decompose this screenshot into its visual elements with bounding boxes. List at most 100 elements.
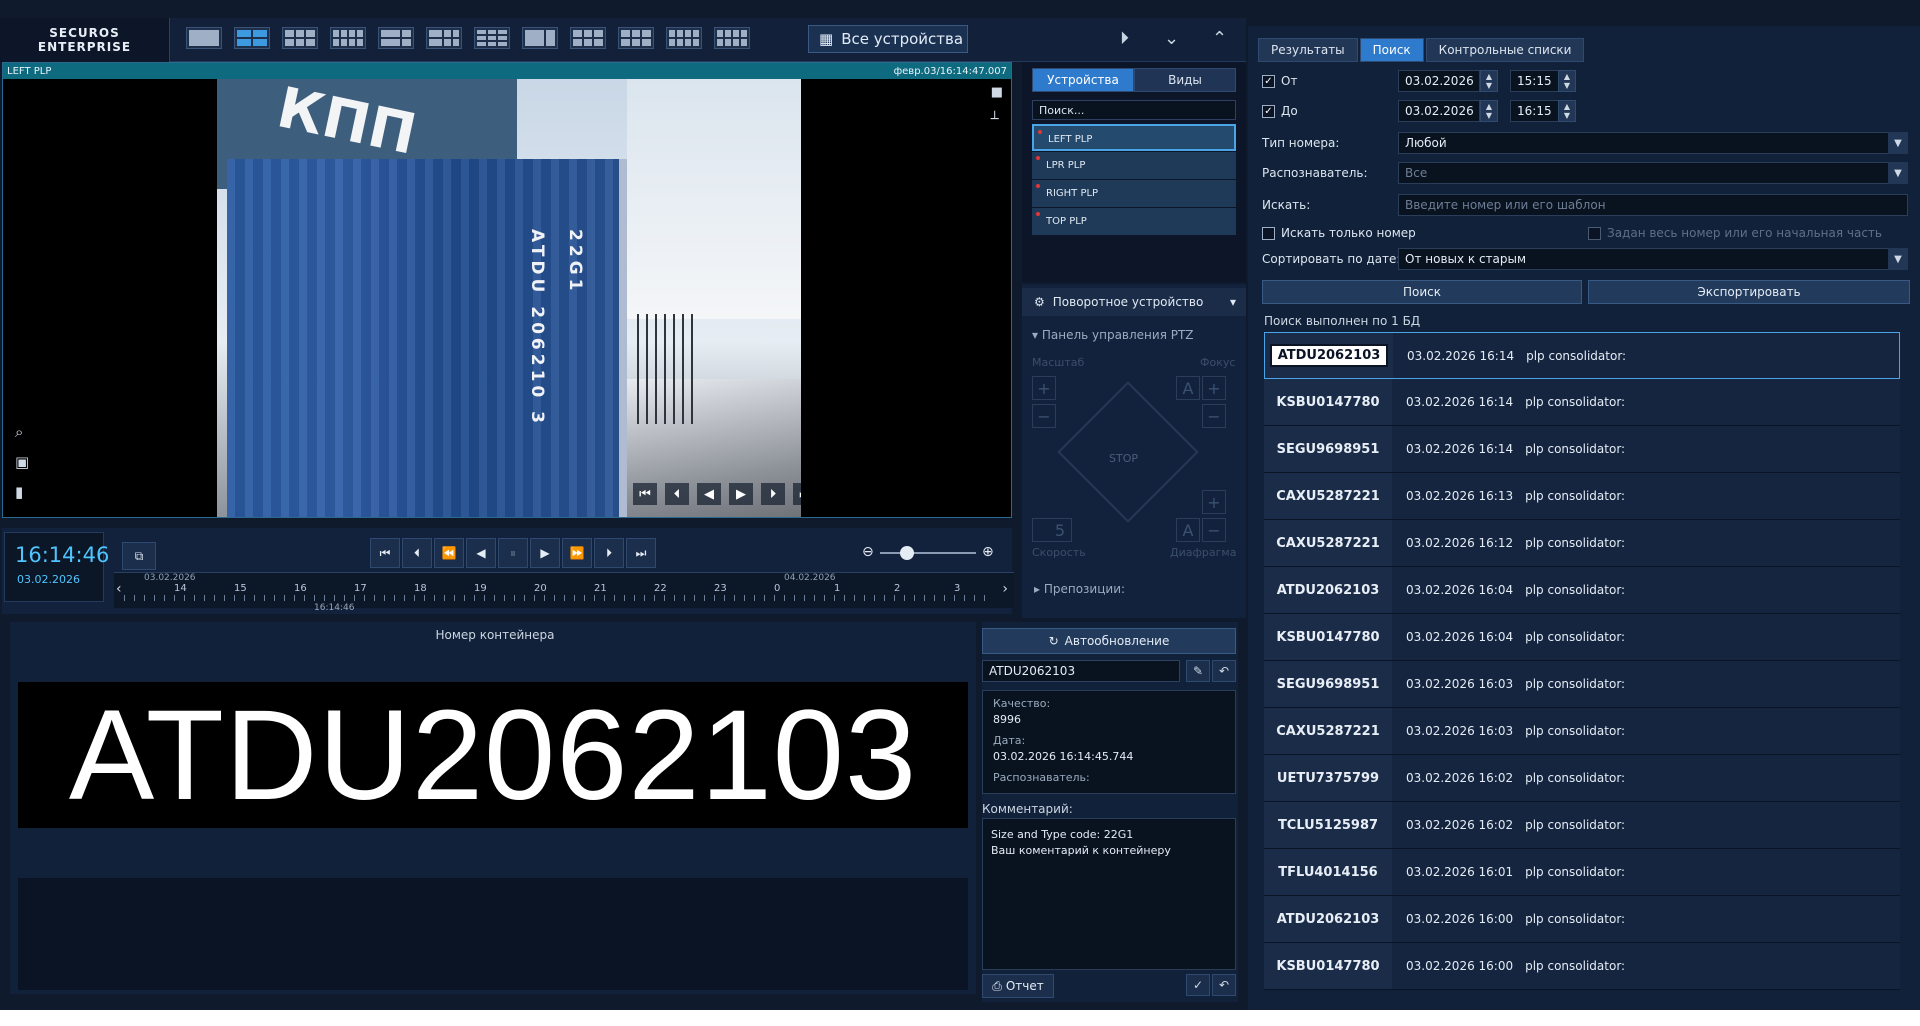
speed-input[interactable]: 5 <box>1032 518 1072 542</box>
video-camera-icon[interactable]: ■ <box>991 85 1003 100</box>
zoom-slider[interactable]: ⊖ ⊕ <box>858 544 998 560</box>
play-right-icon[interactable]: ⏵ <box>1120 28 1129 49</box>
auto-update-button[interactable]: ↻ Автообновление <box>982 628 1236 654</box>
zoom-out-button[interactable]: − <box>1032 404 1056 428</box>
layout-2x2-button[interactable] <box>234 27 270 49</box>
back-icon[interactable]: ◀ <box>697 483 721 505</box>
chevron-down-icon[interactable]: ▼ <box>1888 162 1908 184</box>
comment-textarea[interactable]: Size and Type code: 22G1 Ваш коментарий … <box>982 818 1236 970</box>
timeline-right-icon[interactable]: › <box>1002 581 1008 597</box>
result-row[interactable]: TFLU4014156 03.02.2026 16:01 plp consolida… <box>1264 849 1900 896</box>
timeline[interactable]: 03.02.2026 04.02.2026 ‹ › 14 15 16 17 18… <box>114 572 1014 613</box>
device-item[interactable]: RIGHT PLP <box>1032 180 1236 207</box>
layout-3x3-button[interactable] <box>282 27 318 49</box>
number-search-input[interactable]: Введите номер или его шаблон <box>1398 194 1908 216</box>
result-row[interactable]: ATDU2062103 03.02.2026 16:00 plp consolida… <box>1264 896 1900 943</box>
chevron-down-icon[interactable]: ▼ <box>1888 132 1908 154</box>
chevron-up-icon[interactable]: ⌃ <box>1212 28 1227 49</box>
camera-view[interactable]: LEFT PLP февр.03/16:14:47.007 КПП ATDU 2… <box>2 62 1012 518</box>
focus-plus-button[interactable]: + <box>1202 376 1226 400</box>
tab-watchlists[interactable]: Контрольные списки <box>1425 38 1585 62</box>
layout-3x2-button[interactable] <box>570 27 606 49</box>
result-row[interactable]: KSBU0147780 03.02.2026 16:00 plp consolida… <box>1264 943 1900 990</box>
confirm-icon[interactable]: ✓ <box>1186 974 1210 996</box>
minus-icon[interactable]: ⊖ <box>862 544 874 560</box>
ptz-header[interactable]: ⚙ Поворотное устройство ▾ <box>1022 288 1246 316</box>
sort-select[interactable]: От новых к старым <box>1398 248 1908 270</box>
layout-1p12-button[interactable] <box>474 27 510 49</box>
snapshot-icon[interactable]: ▣ <box>15 453 29 471</box>
first-icon[interactable]: ⏮ <box>633 483 657 505</box>
result-row[interactable]: CAXU5287221 03.02.2026 16:12 plp consolida… <box>1264 520 1900 567</box>
ruler-icon[interactable]: ┴ <box>991 112 1003 127</box>
iris-minus-button[interactable]: − <box>1202 518 1226 542</box>
expand-icon[interactable]: ▸ <box>1034 582 1044 596</box>
number-type-select[interactable]: Любой <box>1398 132 1908 154</box>
pause-button[interactable]: ⏸ <box>498 538 528 568</box>
tab-search[interactable]: Поиск <box>1359 38 1424 62</box>
layout-2p3-button[interactable] <box>522 27 558 49</box>
fast-forward-button[interactable]: ⏩ <box>562 538 592 568</box>
rewind-button[interactable]: ⏪ <box>434 538 464 568</box>
edit-icon[interactable]: ✎ <box>1186 660 1210 682</box>
reverse-play-button[interactable]: ◀ <box>466 538 496 568</box>
result-row[interactable]: KSBU0147780 03.02.2026 16:14 plp consolida… <box>1264 379 1900 426</box>
revert-icon[interactable]: ↶ <box>1212 974 1236 996</box>
result-row[interactable]: KSBU0147780 03.02.2026 16:04 plp consolida… <box>1264 614 1900 661</box>
bookmark-icon[interactable]: ▮ <box>15 483 29 501</box>
result-row[interactable]: TCLU5125987 03.02.2026 16:02 plp consolida… <box>1264 802 1900 849</box>
device-search-input[interactable]: Поиск... <box>1032 100 1236 120</box>
result-row[interactable]: CAXU5287221 03.02.2026 16:03 plp consolida… <box>1264 708 1900 755</box>
from-time-input[interactable]: 15:15 <box>1510 70 1560 92</box>
to-time-input[interactable]: 16:15 <box>1510 100 1560 122</box>
result-row[interactable]: UETU7375799 03.02.2026 16:02 plp consolida… <box>1264 755 1900 802</box>
undo-icon[interactable]: ↶ <box>1212 660 1236 682</box>
tab-results[interactable]: Результаты <box>1258 38 1358 62</box>
result-row[interactable]: SEGU9698951 03.02.2026 16:14 plp consolida… <box>1264 426 1900 473</box>
device-item[interactable]: LPR PLP <box>1032 152 1236 179</box>
to-checkbox[interactable]: ✓ <box>1262 104 1275 118</box>
all-devices-button[interactable]: ▦ Все устройства <box>808 25 968 53</box>
tab-devices[interactable]: Устройства <box>1032 68 1134 92</box>
from-checkbox[interactable]: ✓ <box>1262 74 1275 88</box>
from-date-spinner[interactable]: ▲ ▼ <box>1480 70 1498 92</box>
layout-4x3-button[interactable] <box>666 27 702 49</box>
iris-plus-button[interactable]: + <box>1202 490 1226 514</box>
export-button[interactable]: Экспортировать <box>1588 280 1910 304</box>
archive-mode-icon[interactable]: ⧉ <box>122 542 156 570</box>
result-row[interactable]: ATDU2062103 03.02.2026 16:04 plp consolida… <box>1264 567 1900 614</box>
layout-1p5-button[interactable] <box>378 27 414 49</box>
to-start-button[interactable]: ⏮ <box>370 538 400 568</box>
search-icon[interactable]: ⌕ <box>15 423 29 441</box>
focus-minus-button[interactable]: − <box>1202 404 1226 428</box>
device-item[interactable]: TOP PLP <box>1032 208 1236 235</box>
only-number-checkbox[interactable] <box>1262 226 1275 240</box>
layout-1p7-button[interactable] <box>426 27 462 49</box>
search-button[interactable]: Поиск <box>1262 280 1582 304</box>
focus-auto-button[interactable]: A <box>1176 376 1200 400</box>
plus-icon[interactable]: ⊕ <box>982 544 994 560</box>
timeline-left-icon[interactable]: ‹ <box>116 581 122 597</box>
step-forward-button[interactable]: ⏵ <box>594 538 624 568</box>
result-row[interactable]: ATDU2062103 03.02.2026 16:14 plp consolida… <box>1264 332 1900 379</box>
to-date-spinner[interactable]: ▲ ▼ <box>1480 100 1498 122</box>
layout-3x3b-button[interactable] <box>618 27 654 49</box>
play-button[interactable]: ▶ <box>530 538 560 568</box>
device-item[interactable]: LEFT PLP <box>1032 124 1236 151</box>
whole-number-checkbox[interactable] <box>1588 226 1601 240</box>
result-row[interactable]: SEGU9698951 03.02.2026 16:03 plp consolida… <box>1264 661 1900 708</box>
to-end-button[interactable]: ⏭ <box>626 538 656 568</box>
chevron-down-icon[interactable]: ▼ <box>1888 248 1908 270</box>
from-time-spinner[interactable]: ▲ ▼ <box>1558 70 1576 92</box>
to-time-spinner[interactable]: ▲ ▼ <box>1558 100 1576 122</box>
report-button[interactable]: ⎙ Отчет <box>982 974 1054 998</box>
prev-frame-icon[interactable]: ⏴ <box>665 483 689 505</box>
tab-views[interactable]: Виды <box>1134 68 1236 92</box>
number-field[interactable]: ATDU2062103 <box>982 660 1180 682</box>
step-back-button[interactable]: ⏴ <box>402 538 432 568</box>
zoom-in-button[interactable]: + <box>1032 376 1056 400</box>
last-icon[interactable]: ⏭ <box>793 483 801 505</box>
chevron-down-icon[interactable]: ⌄ <box>1164 28 1179 49</box>
layout-4x4-button[interactable] <box>330 27 366 49</box>
next-frame-icon[interactable]: ⏵ <box>761 483 785 505</box>
